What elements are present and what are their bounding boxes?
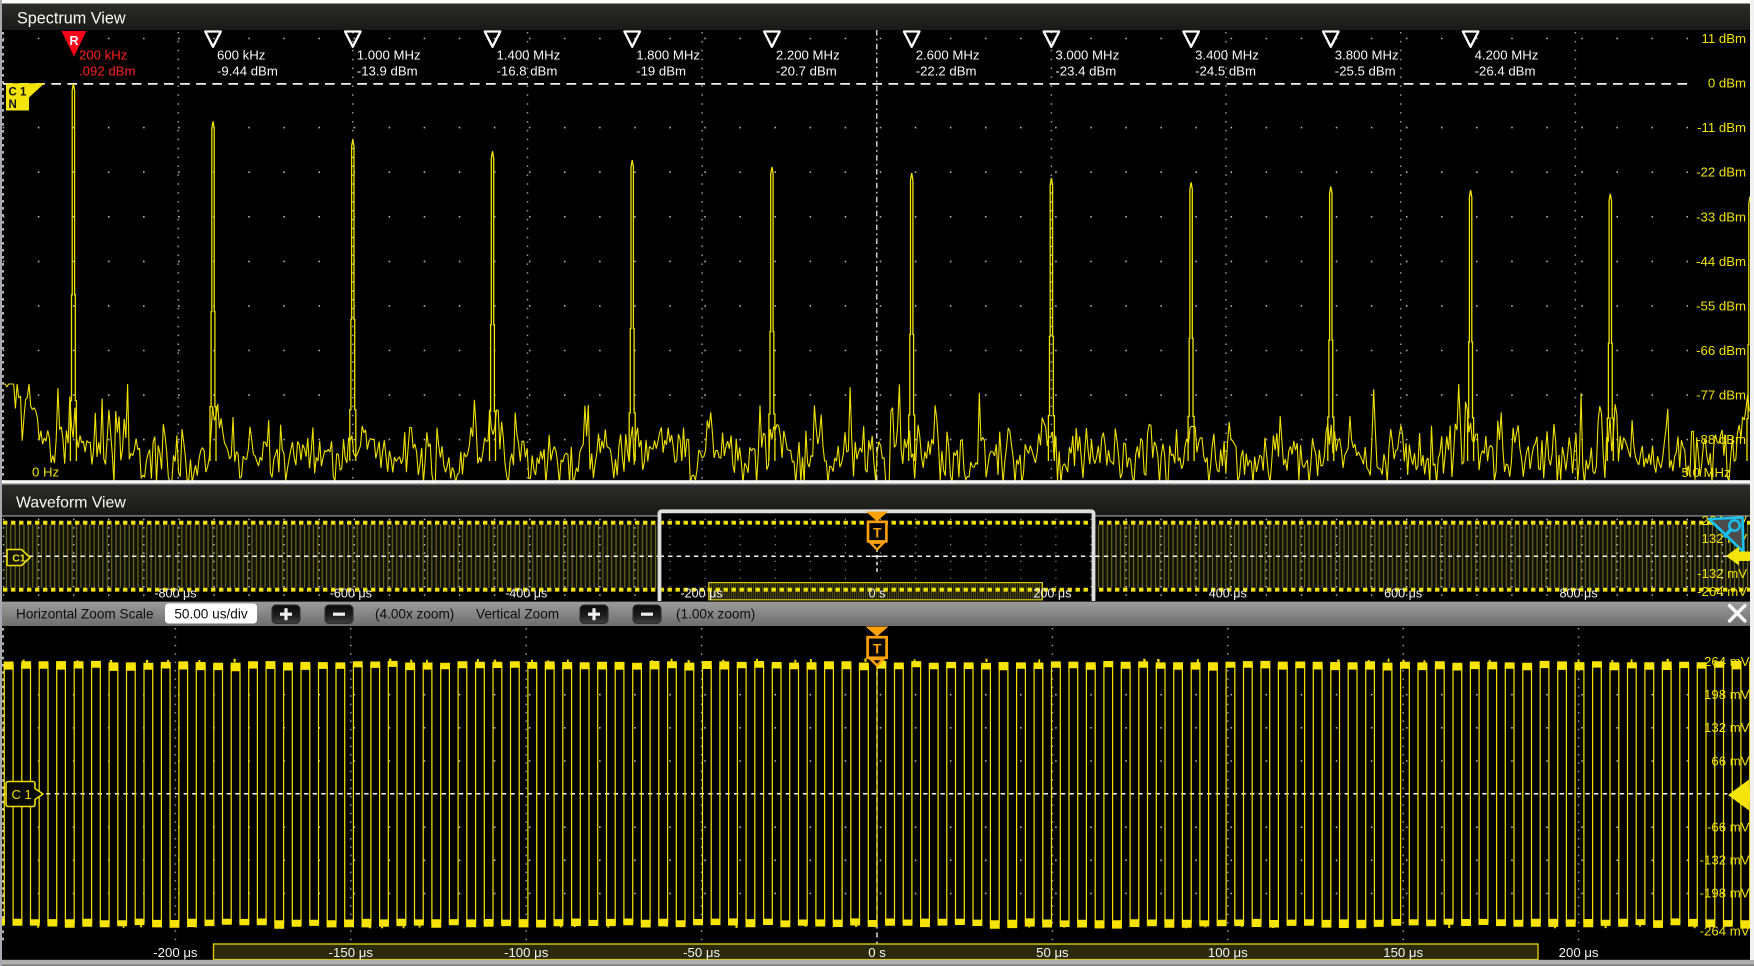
svg-text:0 Hz: 0 Hz	[32, 465, 59, 480]
svg-text:-132 mV: -132 mV	[1697, 566, 1747, 581]
svg-text:-55 dBm: -55 dBm	[1696, 298, 1746, 313]
svg-text:-20.7 dBm: -20.7 dBm	[776, 64, 837, 79]
svg-text:0 s: 0 s	[869, 587, 886, 601]
svg-text:-22 dBm: -22 dBm	[1696, 165, 1746, 180]
svg-text:-25.5 dBm: -25.5 dBm	[1335, 64, 1396, 79]
svg-text:Vertical Zoom: Vertical Zoom	[476, 607, 559, 622]
svg-text:(1.00x zoom): (1.00x zoom)	[676, 607, 755, 622]
svg-text:.092 dBm: .092 dBm	[79, 64, 135, 79]
svg-text:1.400 MHz: 1.400 MHz	[497, 48, 561, 63]
svg-text:-26.4 dBm: -26.4 dBm	[1475, 64, 1536, 79]
svg-text:3.000 MHz: 3.000 MHz	[1055, 48, 1119, 63]
svg-text:-100 μs: -100 μs	[504, 945, 549, 960]
svg-text:(4.00x zoom): (4.00x zoom)	[375, 607, 454, 622]
svg-text:-23.4 dBm: -23.4 dBm	[1055, 64, 1116, 79]
svg-text:200 μs: 200 μs	[1033, 587, 1071, 601]
svg-text:Horizontal Zoom Scale: Horizontal Zoom Scale	[16, 607, 154, 622]
svg-text:50.00 us/div: 50.00 us/div	[174, 607, 248, 622]
svg-text:198 mV: 198 mV	[1704, 687, 1750, 702]
svg-text:2.200 MHz: 2.200 MHz	[776, 48, 840, 63]
svg-text:C1: C1	[12, 553, 26, 565]
svg-text:-13.9 dBm: -13.9 dBm	[357, 64, 418, 79]
svg-text:-44 dBm: -44 dBm	[1696, 254, 1746, 269]
svg-text:600 kHz: 600 kHz	[217, 48, 265, 63]
svg-text:R: R	[69, 34, 78, 48]
svg-text:50 μs: 50 μs	[1036, 945, 1069, 960]
svg-text:-77 dBm: -77 dBm	[1696, 388, 1746, 403]
svg-text:3.400 MHz: 3.400 MHz	[1195, 48, 1259, 63]
svg-text:-198 mV: -198 mV	[1700, 886, 1750, 901]
svg-text:-800 μs: -800 μs	[154, 587, 196, 601]
svg-text:600 μs: 600 μs	[1384, 587, 1422, 601]
svg-text:-88 dBm: -88 dBm	[1696, 432, 1746, 447]
svg-text:-264 mV: -264 mV	[1700, 924, 1750, 939]
svg-text:T: T	[873, 526, 882, 541]
svg-text:200 μs: 200 μs	[1559, 945, 1599, 960]
svg-text:264 mV: 264 mV	[1704, 654, 1750, 669]
svg-text:200 kHz: 200 kHz	[79, 48, 127, 63]
svg-text:-600 μs: -600 μs	[330, 587, 372, 601]
svg-text:N: N	[9, 99, 17, 111]
svg-text:-24.5 dBm: -24.5 dBm	[1195, 64, 1256, 79]
svg-text:-9.44 dBm: -9.44 dBm	[217, 64, 278, 79]
svg-text:0 s: 0 s	[868, 945, 886, 960]
svg-text:T: T	[873, 641, 882, 657]
svg-text:-50 μs: -50 μs	[683, 945, 720, 960]
svg-text:-22.2 dBm: -22.2 dBm	[916, 64, 977, 79]
svg-text:-19 dBm: -19 dBm	[636, 64, 686, 79]
svg-text:150 μs: 150 μs	[1383, 945, 1423, 960]
svg-text:1.800 MHz: 1.800 MHz	[636, 48, 700, 63]
svg-text:66 mV: 66 mV	[1711, 753, 1749, 768]
svg-text:-16.8 dBm: -16.8 dBm	[497, 64, 558, 79]
svg-text:800 μs: 800 μs	[1560, 587, 1598, 601]
svg-text:-400 μs: -400 μs	[505, 587, 547, 601]
svg-text:3.800 MHz: 3.800 MHz	[1335, 48, 1399, 63]
svg-text:-132 mV: -132 mV	[1700, 853, 1750, 868]
svg-text:4.200 MHz: 4.200 MHz	[1475, 48, 1539, 63]
svg-text:C 1: C 1	[12, 787, 32, 802]
svg-text:100 μs: 100 μs	[1208, 945, 1248, 960]
svg-text:-66 dBm: -66 dBm	[1696, 343, 1746, 358]
svg-text:-11 dBm: -11 dBm	[1697, 120, 1746, 135]
svg-text:-150 μs: -150 μs	[329, 945, 374, 960]
svg-text:132 mV: 132 mV	[1704, 720, 1750, 735]
svg-text:0 dBm: 0 dBm	[1708, 76, 1746, 91]
svg-text:5.0 MHz: 5.0 MHz	[1682, 465, 1731, 480]
svg-text:1.000 MHz: 1.000 MHz	[357, 48, 421, 63]
svg-text:Spectrum View: Spectrum View	[17, 10, 126, 28]
svg-text:-33 dBm: -33 dBm	[1696, 209, 1746, 224]
svg-text:Waveform View: Waveform View	[16, 495, 126, 512]
svg-text:2.600 MHz: 2.600 MHz	[916, 48, 980, 63]
svg-text:-264 mV: -264 mV	[1697, 584, 1747, 599]
svg-text:400 μs: 400 μs	[1209, 587, 1247, 601]
svg-text:-200 μs: -200 μs	[680, 587, 722, 601]
svg-text:11 dBm: 11 dBm	[1702, 31, 1746, 46]
svg-text:C 1: C 1	[9, 87, 28, 99]
svg-text:-66 mV: -66 mV	[1707, 820, 1750, 835]
svg-text:-200 μs: -200 μs	[153, 945, 198, 960]
